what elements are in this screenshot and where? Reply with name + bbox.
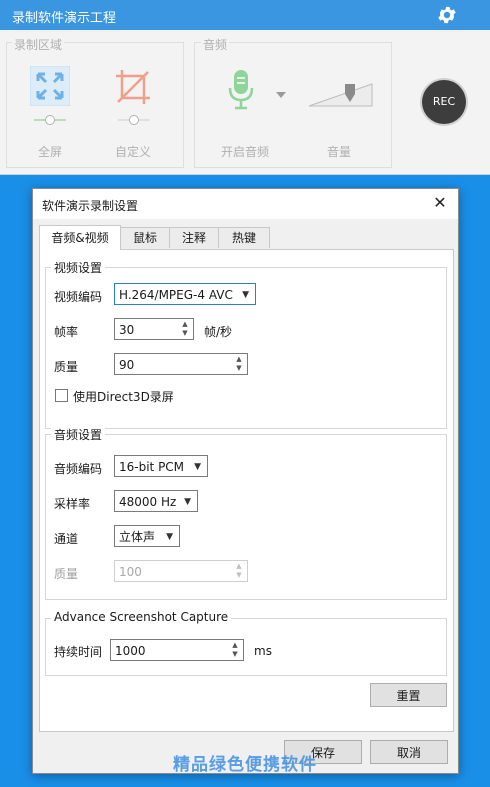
spin-arrows-icon[interactable]: ▲ ▼ <box>230 641 240 659</box>
tab-hotkeys[interactable]: 热键 <box>218 227 270 248</box>
channel-value: 立体声 <box>119 530 156 544</box>
chevron-down-icon: ▼ <box>184 497 191 507</box>
audio-codec-label: 音频编码 <box>54 462 103 476</box>
tab-annotation[interactable]: 注释 <box>169 227 219 248</box>
audio-quality-value: 100 <box>119 565 142 579</box>
fps-stepper[interactable]: 30 ▲ ▼ <box>114 318 194 340</box>
app-title-bar: 录制软件演示工程 <box>0 0 490 30</box>
duration-value: 1000 <box>115 644 146 658</box>
fullscreen-label: 全屏 <box>38 145 63 159</box>
microphone-icon[interactable] <box>228 68 254 110</box>
gear-icon[interactable] <box>436 4 458 26</box>
audio-codec-select[interactable]: 16-bit PCM ▼ <box>114 455 208 477</box>
settings-dialog: 软件演示录制设置 ✕ 音频&视频 鼠标 注释 热键 视频设置 视频编码 H.26… <box>32 188 459 774</box>
video-quality-label: 质量 <box>54 360 79 374</box>
channel-select[interactable]: 立体声 ▼ <box>114 525 180 547</box>
video-quality-value: 90 <box>119 358 135 372</box>
duration-stepper[interactable]: 1000 ▲ ▼ <box>110 639 244 661</box>
volume-slider-icon[interactable] <box>308 80 374 108</box>
duration-label: 持续时间 <box>54 645 103 659</box>
video-codec-label: 视频编码 <box>54 290 103 304</box>
rec-button[interactable]: REC <box>422 80 466 124</box>
spin-arrows-icon[interactable]: ▲ ▼ <box>180 320 190 338</box>
watermark-text: 精品绿色便携软件 <box>173 755 317 775</box>
tab-audio-video[interactable]: 音频&视频 <box>39 225 121 250</box>
audio-group-label: 音频 <box>201 36 230 53</box>
duration-unit: ms <box>254 644 272 658</box>
spin-arrows-icon: ▲ ▼ <box>236 562 242 579</box>
audio-settings-legend: 音频设置 <box>51 426 106 443</box>
spin-arrows-icon[interactable]: ▲ ▼ <box>234 355 244 373</box>
close-icon[interactable]: ✕ <box>430 193 450 213</box>
expand-arrows-icon[interactable] <box>30 66 70 106</box>
samplerate-value: 48000 Hz <box>119 495 177 509</box>
main-window: 录制软件演示工程 录制区域 全屏 自定义 音频 开启音频 音量 REC <box>0 0 490 175</box>
fps-label: 帧率 <box>54 325 79 339</box>
screenshot-legend: Advance Screenshot Capture <box>51 610 232 624</box>
video-settings-legend: 视频设置 <box>51 259 106 276</box>
video-quality-stepper[interactable]: 90 ▲ ▼ <box>114 353 248 375</box>
reset-button[interactable]: 重置 <box>370 683 447 707</box>
custom-label: 自定义 <box>115 145 152 159</box>
direct3d-checkbox[interactable] <box>55 389 68 402</box>
samplerate-select[interactable]: 48000 Hz ▼ <box>114 490 198 512</box>
video-codec-value: H.264/MPEG-4 AVC <box>119 288 233 302</box>
app-title: 录制软件演示工程 <box>12 11 117 26</box>
fps-value: 30 <box>119 323 135 337</box>
fps-unit: 帧/秒 <box>204 325 233 339</box>
audio-codec-value: 16-bit PCM <box>119 460 185 474</box>
custom-indicator-dot <box>129 115 139 125</box>
chevron-down-icon: ▼ <box>166 532 173 542</box>
record-region-label: 录制区域 <box>12 36 65 53</box>
screenshot-group <box>45 618 447 676</box>
volume-label: 音量 <box>327 145 352 159</box>
chevron-down-icon: ▼ <box>242 290 249 300</box>
audio-quality-stepper: 100 ▲ ▼ <box>114 560 248 582</box>
enable-audio-label: 开启音频 <box>221 145 270 159</box>
chevron-down-icon: ▼ <box>194 462 201 472</box>
chevron-down-icon[interactable] <box>276 92 286 98</box>
audio-video-panel: 视频设置 视频编码 H.264/MPEG-4 AVC ▼ 帧率 30 ▲ ▼ 帧/… <box>39 249 454 732</box>
audio-quality-label: 质量 <box>54 567 79 581</box>
channel-label: 通道 <box>54 532 79 546</box>
dialog-title: 软件演示录制设置 <box>42 199 139 213</box>
crop-icon[interactable] <box>114 68 152 106</box>
direct3d-label: 使用Direct3D录屏 <box>73 390 174 404</box>
video-codec-select[interactable]: H.264/MPEG-4 AVC ▼ <box>114 283 256 305</box>
cancel-button[interactable]: 取消 <box>370 740 448 764</box>
tab-mouse[interactable]: 鼠标 <box>120 227 170 248</box>
samplerate-label: 采样率 <box>54 497 91 511</box>
dialog-title-bar: 软件演示录制设置 ✕ <box>33 189 458 219</box>
fullscreen-indicator-dot <box>45 115 55 125</box>
